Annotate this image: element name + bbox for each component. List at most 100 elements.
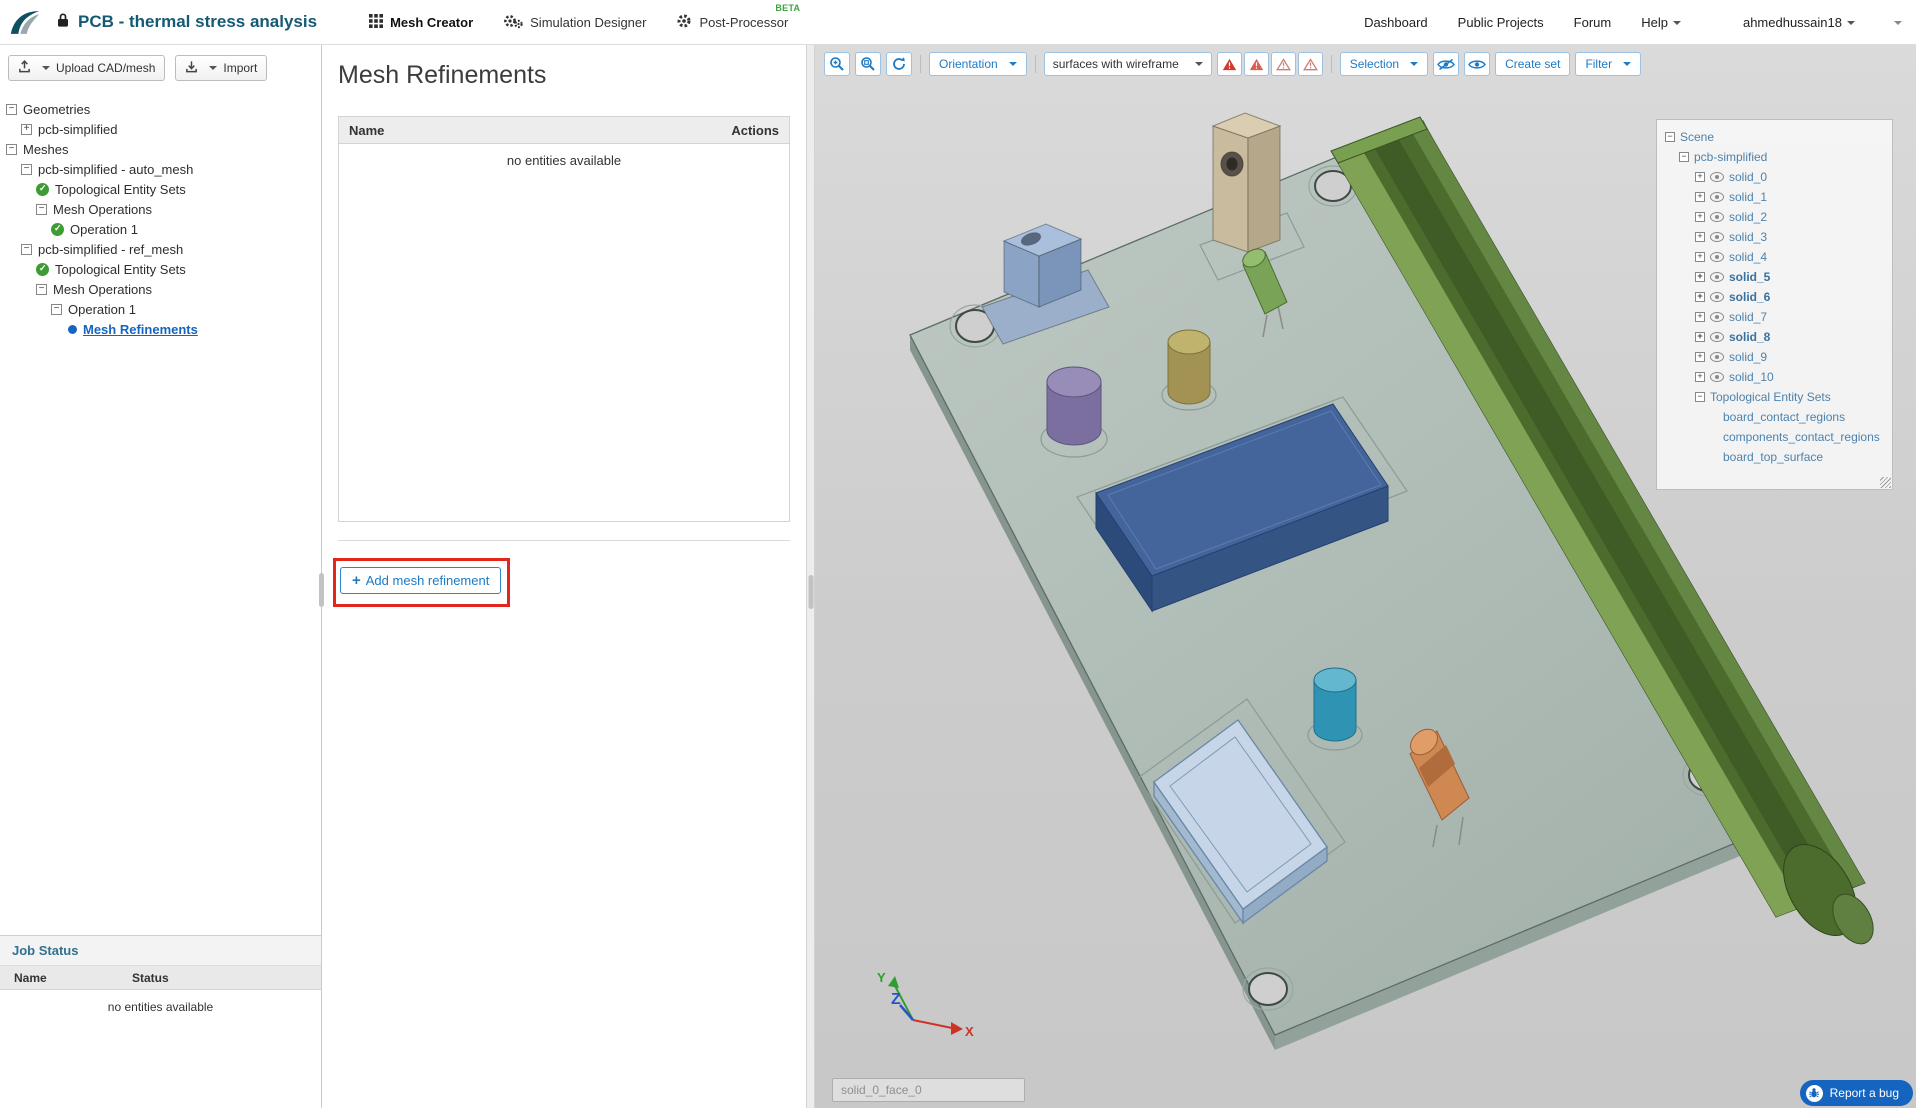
zoom-in-button[interactable] [824,52,850,76]
scene-tree-item-solid-6[interactable]: solid_6 [1663,287,1886,307]
visibility-eye-icon[interactable] [1710,192,1724,202]
upload-cad-mesh-button[interactable]: Upload CAD/mesh [8,55,165,81]
scene-tree-item-scene[interactable]: Scene [1663,127,1886,147]
visibility-eye-icon[interactable] [1710,232,1724,242]
collapse-icon[interactable] [1665,132,1675,142]
simscale-logo-icon[interactable] [8,8,42,37]
collapse-icon[interactable] [21,244,32,255]
expand-icon[interactable] [1695,292,1705,302]
scene-tree-item-pcb-simplified[interactable]: pcb-simplified [1663,147,1886,167]
tree-item-meshes[interactable]: Meshes [0,139,321,159]
tree-item-mesh-operations-2[interactable]: Mesh Operations [0,279,321,299]
add-mesh-refinement-button[interactable]: Add mesh refinement [340,567,501,594]
scene-tree-item-topological-entity-sets[interactable]: Topological Entity Sets [1663,387,1886,407]
expand-icon[interactable] [1695,332,1705,342]
orientation-button[interactable]: Orientation [929,52,1027,76]
scene-tree-item-board-top-surface[interactable]: board_top_surface [1663,447,1886,467]
component-capacitor-olive[interactable] [1168,330,1210,404]
tree-item-ref-mesh[interactable]: pcb-simplified - ref_mesh [0,239,321,259]
warning-filter-button-1[interactable] [1217,52,1242,76]
collapse-icon[interactable] [1679,152,1689,162]
component-capacitor-purple[interactable] [1047,367,1101,445]
expand-icon[interactable] [1695,232,1705,242]
selection-button[interactable]: Selection [1340,52,1428,76]
tree-item-pcb-simplified[interactable]: pcb-simplified [0,119,321,139]
help-menu[interactable]: Help [1641,15,1681,30]
tree-item-mesh-refinements[interactable]: Mesh Refinements [0,319,321,339]
scene-tree-item-solid-3[interactable]: solid_3 [1663,227,1886,247]
visibility-eye-icon[interactable] [1710,212,1724,222]
expand-icon[interactable] [1695,272,1705,282]
hide-selected-button[interactable] [1433,52,1459,76]
visibility-eye-icon[interactable] [1710,172,1724,182]
scene-tree-label: Topological Entity Sets [1710,390,1831,404]
tree-item-operation-1-ref[interactable]: Operation 1 [0,299,321,319]
tree-item-geometries[interactable]: Geometries [0,99,321,119]
scene-tree-item-solid-8[interactable]: solid_8 [1663,327,1886,347]
overlay-resize-handle[interactable] [1880,477,1891,488]
scene-tree-item-board-contact-regions[interactable]: board_contact_regions [1663,407,1886,427]
collapse-icon[interactable] [6,144,17,155]
import-button[interactable]: Import [175,55,267,81]
expand-icon[interactable] [1695,352,1705,362]
tree-item-topological-entity-sets[interactable]: Topological Entity Sets [0,179,321,199]
expand-icon[interactable] [1695,192,1705,202]
component-block-tan[interactable] [1213,113,1280,252]
scene-tree-item-solid-0[interactable]: solid_0 [1663,167,1886,187]
user-menu[interactable]: ahmedhussain18 [1743,15,1855,30]
collapse-icon[interactable] [36,284,47,295]
warning-filter-button-2[interactable] [1244,52,1269,76]
scene-tree-item-solid-10[interactable]: solid_10 [1663,367,1886,387]
scene-tree-item-solid-9[interactable]: solid_9 [1663,347,1886,367]
nav-link-forum[interactable]: Forum [1574,15,1612,30]
scene-tree-item-components-contact-regions[interactable]: components_contact_regions [1663,427,1886,447]
tab-post-processor[interactable]: BETA Post-Processor [676,13,788,32]
expand-icon[interactable] [1695,252,1705,262]
visibility-eye-icon[interactable] [1710,272,1724,282]
visibility-eye-icon[interactable] [1710,252,1724,262]
tab-mesh-creator[interactable]: Mesh Creator [369,14,473,31]
collapse-icon[interactable] [51,304,62,315]
render-mode-select[interactable]: surfaces with wireframe [1044,52,1212,76]
collapse-icon[interactable] [21,164,32,175]
scene-tree-item-solid-4[interactable]: solid_4 [1663,247,1886,267]
navbar-more-menu[interactable] [1889,15,1902,30]
component-capacitor-teal[interactable] [1314,668,1356,741]
scene-tree-item-solid-5[interactable]: solid_5 [1663,267,1886,287]
nav-link-public-projects[interactable]: Public Projects [1458,15,1544,30]
tree-item-auto-mesh[interactable]: pcb-simplified - auto_mesh [0,159,321,179]
filter-button[interactable]: Filter [1575,52,1641,76]
panel-resize-handle[interactable] [808,575,813,609]
collapse-icon[interactable] [36,204,47,215]
visibility-eye-icon[interactable] [1710,352,1724,362]
selection-value-input[interactable] [832,1078,1025,1102]
expand-icon[interactable] [1695,172,1705,182]
visibility-eye-icon[interactable] [1710,372,1724,382]
tree-item-topological-entity-sets-2[interactable]: Topological Entity Sets [0,259,321,279]
warning-filter-button-3[interactable] [1271,52,1296,76]
expand-icon[interactable] [1695,372,1705,382]
visibility-eye-icon[interactable] [1710,312,1724,322]
tree-item-mesh-operations[interactable]: Mesh Operations [0,199,321,219]
collapse-icon[interactable] [1695,392,1705,402]
panel-resize-handle[interactable] [319,573,324,607]
reset-view-button[interactable] [886,52,912,76]
visibility-eye-icon[interactable] [1710,292,1724,302]
visibility-eye-icon[interactable] [1710,332,1724,342]
tree-item-operation-1[interactable]: Operation 1 [0,219,321,239]
scene-tree-item-solid-7[interactable]: solid_7 [1663,307,1886,327]
scene-tree-item-solid-1[interactable]: solid_1 [1663,187,1886,207]
warning-filter-button-4[interactable] [1298,52,1323,76]
tab-simulation-designer[interactable]: Simulation Designer [503,13,646,32]
create-set-button[interactable]: Create set [1495,52,1570,76]
collapse-icon[interactable] [6,104,17,115]
expand-icon[interactable] [21,124,32,135]
nav-link-dashboard[interactable]: Dashboard [1364,15,1428,30]
expand-icon[interactable] [1695,212,1705,222]
zoom-window-button[interactable] [855,52,881,76]
expand-icon[interactable] [1695,312,1705,322]
report-a-bug-button[interactable]: Report a bug [1800,1080,1913,1106]
viewport-3d[interactable]: Orientation surfaces with wireframe [815,45,1916,1108]
scene-tree-item-solid-2[interactable]: solid_2 [1663,207,1886,227]
show-all-button[interactable] [1464,52,1490,76]
